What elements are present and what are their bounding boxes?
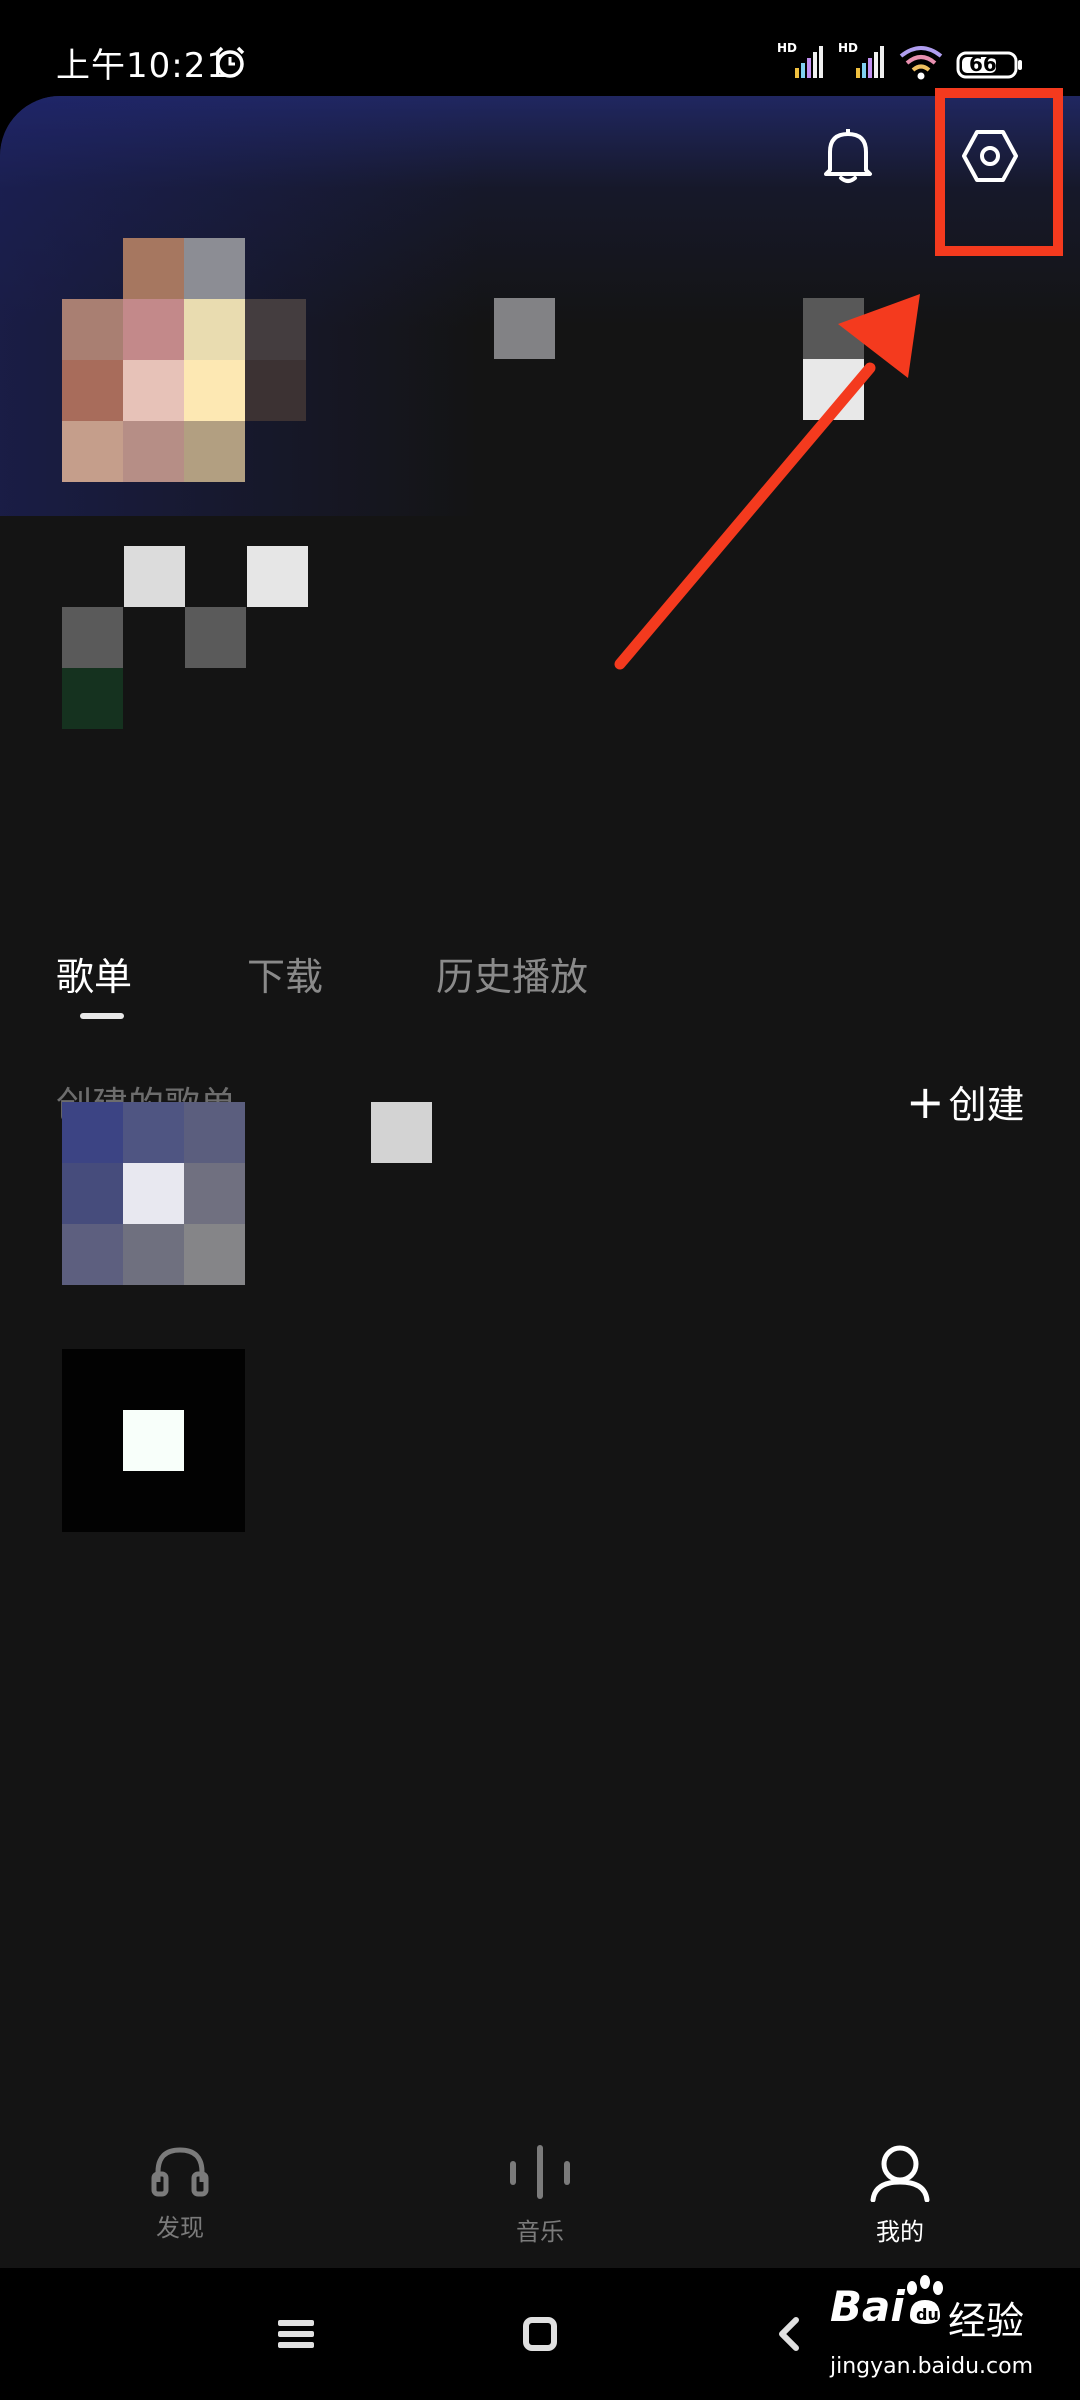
paw-icon: du [907,2275,943,2324]
bell-icon [824,129,872,183]
svg-text:HD: HD [777,41,797,55]
svg-text:du: du [916,2305,939,2324]
status-time: 上午10:21 [56,46,229,86]
svg-text:HD: HD [838,41,858,55]
signal-icon-2: HD [838,41,884,78]
battery-level: 66 [969,52,997,76]
create-label: 创建 [948,1083,1025,1127]
nav-discover-label: 发现 [156,2214,204,2242]
notification-button[interactable] [808,116,888,196]
menu-icon[interactable] [278,2318,314,2350]
tab-active-indicator [80,1013,124,1019]
nav-music-label: 音乐 [516,2218,564,2246]
nav-music[interactable]: 音乐 [480,2142,600,2247]
baidu-watermark: Bai du 经验 jingyan.baidu.com [830,2268,1080,2400]
battery-icon: 66 [955,50,1025,80]
plus-icon: + [906,1074,945,1129]
headphones-icon [151,2147,209,2197]
nav-mine-label: 我的 [876,2218,924,2246]
create-playlist-button[interactable]: + 创建 [906,1074,1025,1129]
nav-discover[interactable]: 发现 [120,2142,240,2243]
nav-mine[interactable]: 我的 [840,2142,960,2247]
back-icon[interactable] [774,2316,802,2352]
tab-playlists[interactable]: 歌单 [56,946,132,1001]
alarm-clock-icon [215,46,245,78]
home-icon[interactable] [522,2316,558,2352]
watermark-brand-cn: 经验 [948,2299,1025,2343]
watermark-brand: Bai [830,2282,905,2331]
tab-downloads[interactable]: 下载 [247,946,323,1001]
tab-history[interactable]: 历史播放 [436,946,588,1001]
status-bar: 上午10:21 HD HD 66 [0,0,1080,96]
waveform-icon [510,2145,570,2199]
annotation-highlight-box [935,88,1063,256]
app-content: 歌单 下载 历史播放 创建的歌单 + 创建 发现 [0,96,1080,2268]
bottom-nav: 发现 音乐 我的 [0,2110,1080,2268]
wifi-icon [899,46,943,80]
playlist-cover-2[interactable] [62,1349,245,1532]
person-icon [870,2145,930,2203]
signal-icon: HD [777,41,823,78]
watermark-url: jingyan.baidu.com [830,2354,1034,2379]
